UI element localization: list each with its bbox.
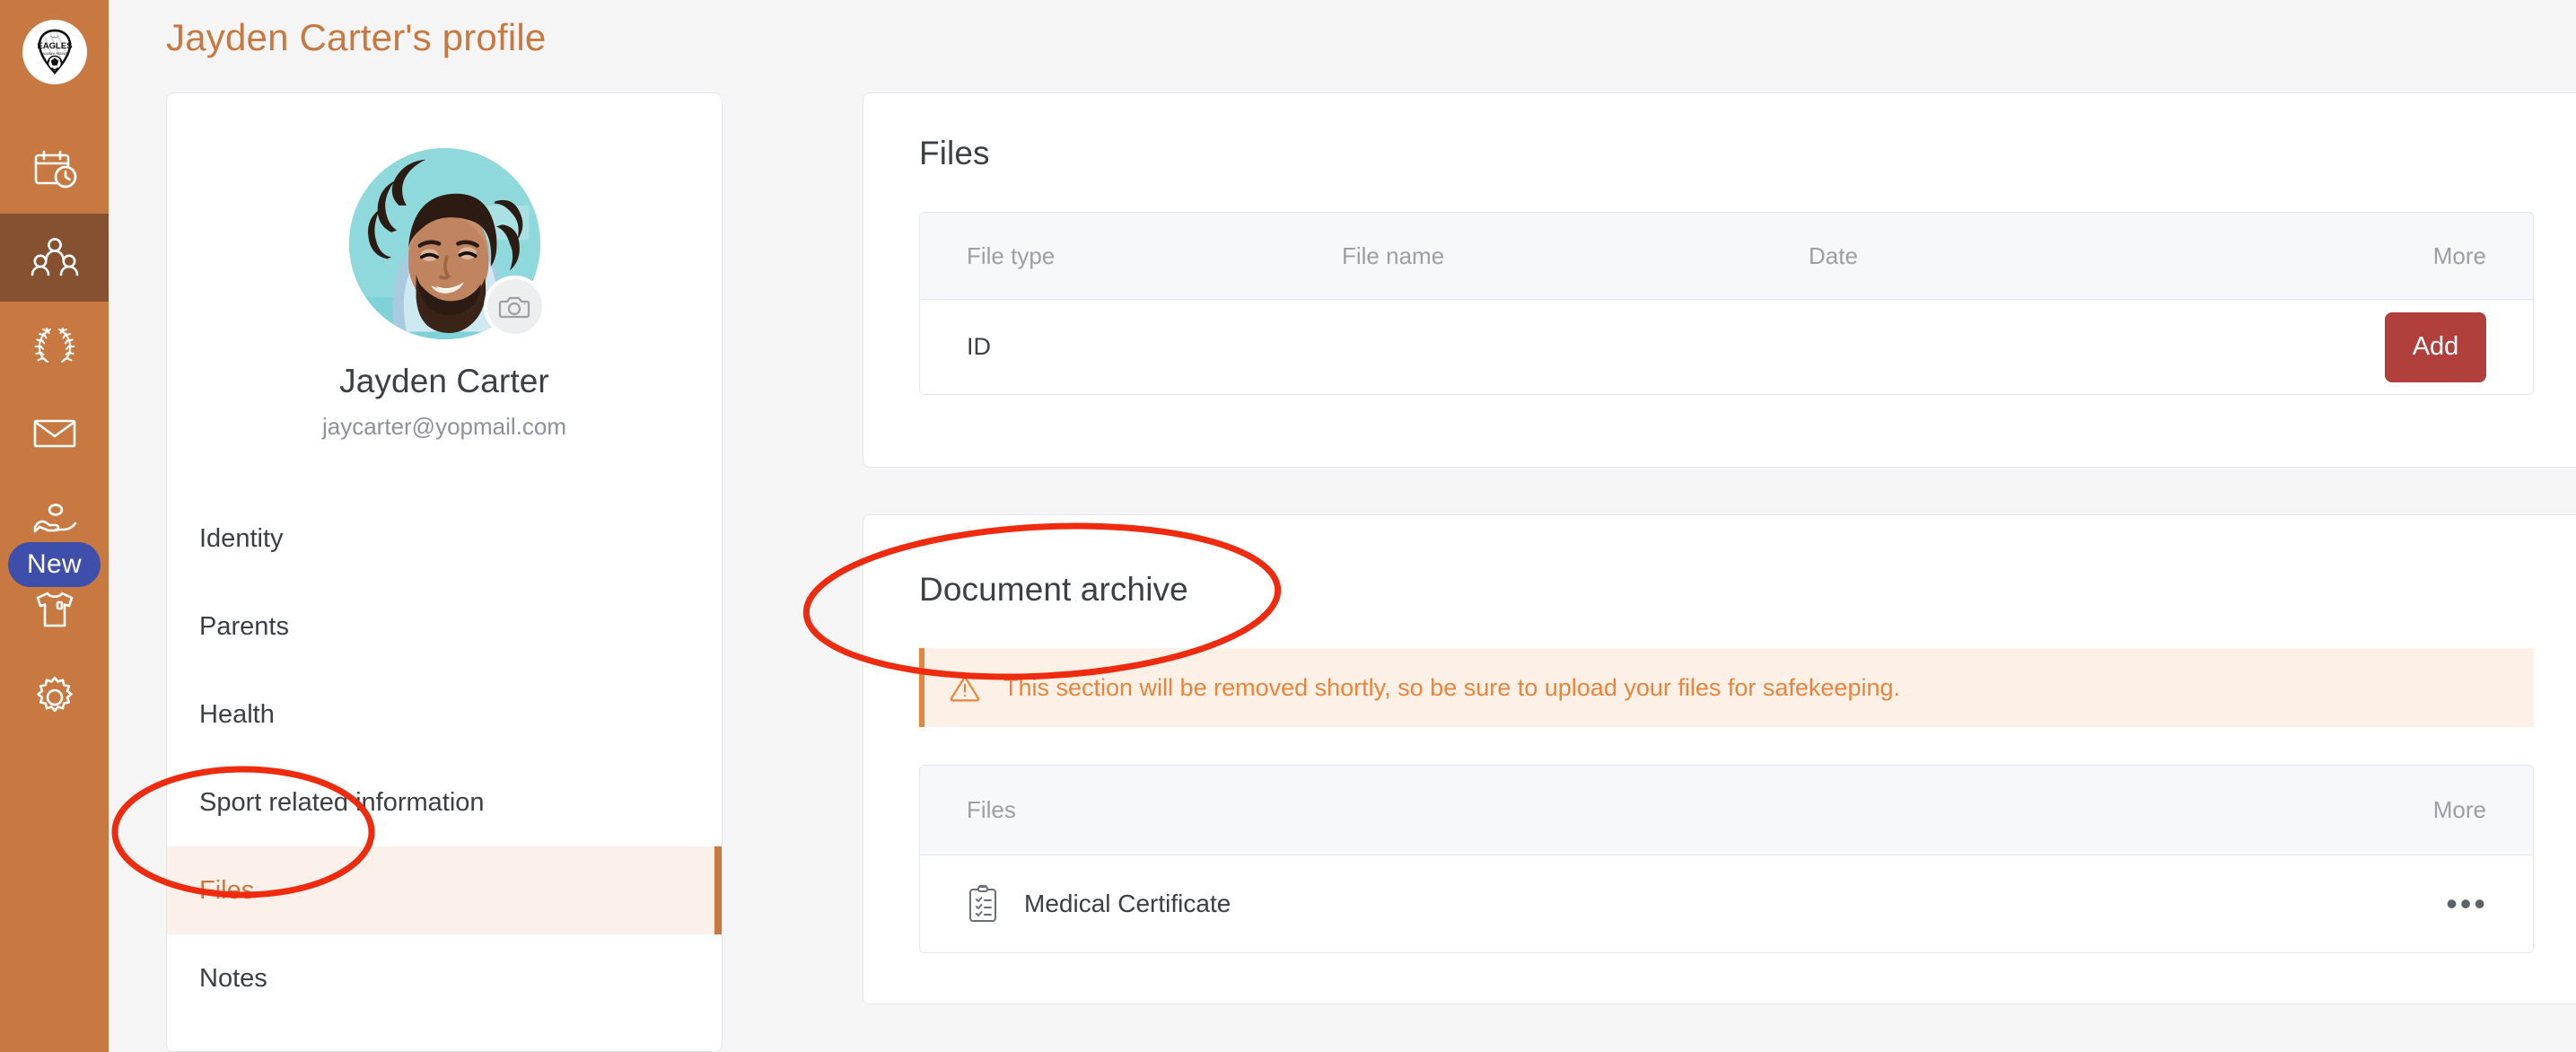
- ellipsis-icon[interactable]: •••: [2446, 888, 2533, 919]
- eagles-club-logo[interactable]: EAGLES ALWAYS RISING: [22, 20, 87, 84]
- archive-removal-alert: This section will be removed shortly, so…: [919, 648, 2534, 727]
- calendar-clock-icon: [34, 150, 76, 188]
- cell-file-type: ID: [967, 333, 991, 360]
- column-header-file-name: File name: [1342, 241, 1445, 269]
- table-row: Medical Certificate •••: [920, 855, 2533, 952]
- files-card: Files File type File name Date More ID A…: [863, 92, 2576, 468]
- sidebar-new-badge[interactable]: New: [8, 542, 101, 587]
- cell-action: Add: [2353, 311, 2533, 382]
- envelope-icon: [33, 419, 75, 448]
- files-card-title: Files: [919, 135, 990, 171]
- main-content: Jayden Carter's profile Jayden Carter ja…: [109, 0, 2576, 1052]
- column-header-file-type: File type: [967, 241, 1056, 269]
- document-archive-card: Document archive This section will be re…: [863, 514, 2576, 1004]
- profile-email: jaycarter@yopmail.com: [321, 413, 567, 440]
- app-root: EAGLES ALWAYS RISING New Jayden Carter's…: [0, 0, 2576, 1052]
- archive-file-name: Medical Certificate: [1024, 890, 1231, 917]
- sidebar-item-members[interactable]: [0, 214, 109, 302]
- people-group-icon: [31, 238, 78, 276]
- right-column: Files File type File name Date More ID A…: [863, 92, 2576, 1004]
- column-header-more: More: [2432, 796, 2486, 823]
- avatar-wrapper: [348, 148, 546, 339]
- profile-nav-item-sport-related-information[interactable]: Sport related information: [167, 758, 722, 846]
- tshirt-icon: [36, 592, 73, 627]
- files-table: File type File name Date More ID Add: [919, 212, 2534, 395]
- svg-text:ALWAYS RISING: ALWAYS RISING: [42, 52, 67, 56]
- add-button[interactable]: Add: [2385, 311, 2486, 382]
- camera-icon: [498, 296, 530, 318]
- profile-name: Jayden Carter: [339, 363, 549, 399]
- avatar-upload-button[interactable]: [483, 276, 546, 338]
- archive-table-header: Files More: [920, 766, 2533, 855]
- profile-nav-label: Identity: [199, 523, 284, 553]
- column-header-date: Date: [1809, 241, 1858, 269]
- profile-nav-label: Health: [199, 699, 275, 729]
- column-header-files: Files: [967, 796, 1016, 823]
- profile-nav-item-identity[interactable]: Identity: [167, 495, 722, 583]
- sidebar-item-settings[interactable]: [0, 653, 109, 741]
- profile-nav-label: Sport related information: [199, 787, 485, 817]
- laurel-wreath-icon: [34, 328, 74, 363]
- sidebar-rail: EAGLES ALWAYS RISING New: [0, 0, 109, 1052]
- alert-message: This section will be removed shortly, so…: [1003, 673, 1900, 701]
- profile-nav-label: Notes: [199, 963, 267, 993]
- profile-nav-label: Files: [199, 875, 255, 905]
- profile-nav-item-parents[interactable]: Parents: [167, 583, 722, 671]
- profile-nav: Identity Parents Health Sport related in…: [167, 495, 722, 1022]
- content-area: Jayden Carter jaycarter@yopmail.com Iden…: [109, 92, 2576, 1052]
- sidebar-item-messages[interactable]: [0, 390, 109, 478]
- gear-icon: [36, 676, 73, 713]
- page-title: Jayden Carter's profile: [166, 16, 547, 58]
- profile-nav-label: Parents: [199, 611, 289, 641]
- svg-text:EAGLES: EAGLES: [37, 41, 72, 51]
- hand-coin-icon: [33, 504, 76, 533]
- table-row: ID Add: [920, 300, 2533, 394]
- profile-card: Jayden Carter jaycarter@yopmail.com Iden…: [166, 92, 723, 1052]
- archive-table: Files More Medical Certificate •••: [919, 765, 2534, 953]
- profile-nav-item-files[interactable]: Files: [167, 846, 722, 934]
- profile-nav-item-notes[interactable]: Notes: [167, 934, 722, 1022]
- document-archive-title: Document archive: [919, 571, 1188, 608]
- column-header-more: More: [2432, 241, 2486, 269]
- profile-nav-item-health[interactable]: Health: [167, 671, 722, 758]
- clipboard-checklist-icon: [967, 885, 999, 923]
- warning-triangle-icon: [950, 675, 980, 702]
- sidebar-item-competitions[interactable]: [0, 302, 109, 390]
- files-table-header: File type File name Date More: [920, 213, 2533, 300]
- sidebar-item-schedule[interactable]: [0, 126, 109, 214]
